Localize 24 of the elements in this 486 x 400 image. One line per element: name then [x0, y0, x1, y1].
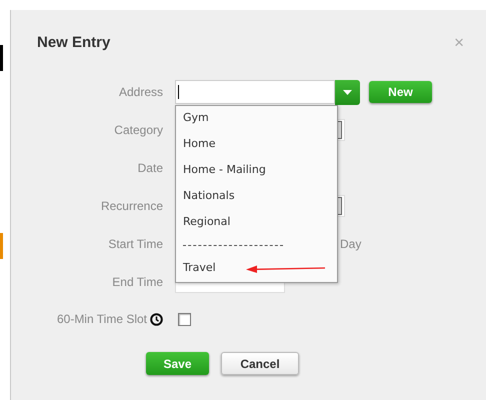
field-label: Start Time: [108, 236, 163, 253]
field-suffix: Day: [340, 236, 362, 253]
address-field[interactable]: [175, 80, 335, 104]
clock-icon: [150, 312, 163, 326]
caret-icon: [343, 90, 352, 94]
dropdown-option[interactable]: Nationals: [176, 184, 337, 210]
dropdown-option[interactable]: Home: [176, 132, 337, 158]
field-label: Recurrence: [100, 198, 163, 215]
cancel-button[interactable]: Cancel: [221, 352, 299, 375]
dropdown-option[interactable]: Regional: [176, 210, 337, 236]
field-label: Date: [138, 160, 163, 177]
field-label: Address: [118, 84, 163, 101]
dropdown-option[interactable]: Gym: [176, 106, 337, 132]
text-cursor: [178, 85, 179, 99]
page-fragment: [0, 233, 3, 259]
page-fragment: [0, 45, 3, 71]
dialog-title: New Entry: [37, 33, 110, 53]
checkbox[interactable]: [178, 312, 191, 326]
dropdown-option[interactable]: Home - Mailing: [176, 158, 337, 184]
field-label: Category: [114, 122, 163, 139]
field-label: End Time: [112, 274, 163, 291]
dropdown-option[interactable]: Travel: [176, 256, 337, 282]
field-label: 60-Min Time Slot: [56, 311, 147, 328]
dropdown-button[interactable]: [335, 80, 360, 104]
